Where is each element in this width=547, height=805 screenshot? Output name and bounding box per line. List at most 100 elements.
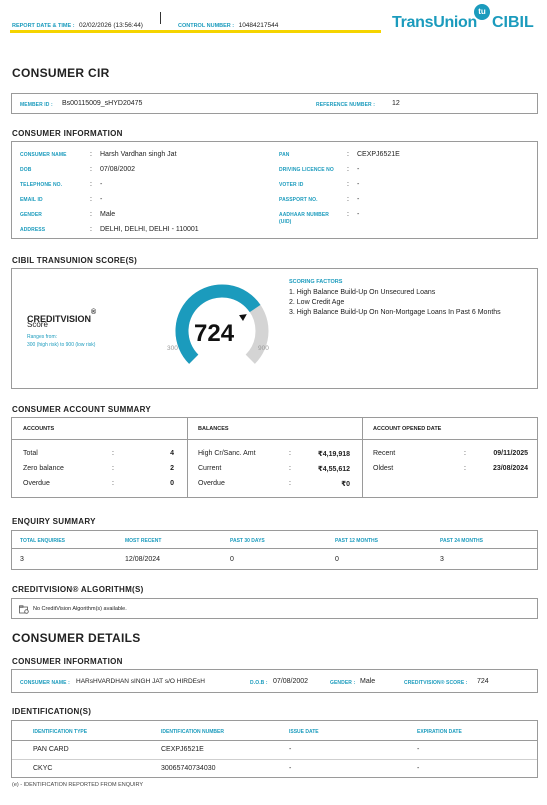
driving-licence-value: - — [357, 166, 360, 173]
accounts-header: ACCOUNTS — [23, 426, 55, 432]
telephone-value: - — [100, 181, 103, 188]
id-header-expiry: EXPIRATION DATE — [417, 729, 462, 735]
opened-oldest-value: 23/08/2024 — [492, 465, 528, 472]
details-name-value: HARsHVARDHAN sINGH JAT s/O HIRDEsH — [76, 678, 205, 685]
enquiry-header-24m: PAST 24 MONTHS — [440, 538, 483, 544]
report-date-value: 02/02/2026 (13:56:44) — [79, 22, 143, 29]
info-label: EMAIL ID — [20, 197, 43, 203]
accounts-total-value: 4 — [170, 450, 174, 457]
header-accent-bar — [10, 30, 381, 33]
consumer-name-value: Harsh Vardhan singh Jat — [100, 151, 177, 158]
colon: : — [464, 465, 466, 472]
score-value: 724 — [194, 320, 235, 347]
colon: : — [289, 480, 291, 487]
header-divider — [160, 12, 161, 24]
info-label: TELEPHONE NO. — [20, 182, 63, 188]
identification-table: IDENTIFICATION TYPE IDENTIFICATION NUMBE… — [11, 720, 538, 778]
enquiry-header-recent: MOST RECENT — [125, 538, 162, 544]
details-dob-value: 07/08/2002 — [273, 678, 309, 685]
info-label: GENDER — [20, 212, 42, 218]
passport-value: - — [357, 196, 360, 203]
info-label: PASSPORT NO. — [279, 197, 318, 203]
colon: : — [347, 196, 349, 203]
enquiry-recent-value: 12/08/2024 — [125, 556, 161, 563]
email-value: - — [100, 196, 103, 203]
enquiry-total-value: 3 — [20, 556, 24, 563]
id-row-1-type: PAN CARD — [33, 746, 69, 753]
transunion-cibil-logo: TransUnion CIBIL tu — [392, 4, 542, 36]
enquiry-24m-value: 3 — [440, 556, 444, 563]
colon: : — [90, 196, 92, 203]
colon: : — [289, 450, 291, 457]
colon: : — [90, 181, 92, 188]
logo-transunion: TransUnion — [392, 14, 478, 31]
enquiry-header-12m: PAST 12 MONTHS — [335, 538, 378, 544]
colon: : — [112, 465, 114, 472]
colon: : — [464, 450, 466, 457]
details-name-label: CONSUMER NAME : — [20, 680, 70, 686]
control-number-label: CONTROL NUMBER : — [178, 23, 235, 29]
details-gender-label: GENDER : — [330, 680, 356, 686]
algorithm-box: No CreditVision Algorithm(s) available. — [11, 598, 538, 619]
enquiry-header-divider — [12, 548, 537, 549]
colon: : — [289, 465, 291, 472]
colon: : — [90, 226, 92, 233]
colon: : — [90, 166, 92, 173]
accounts-zero-label: Zero balance — [23, 465, 64, 472]
reference-label: REFERENCE NUMBER : — [316, 102, 376, 108]
summary-col-divider-2 — [362, 418, 363, 497]
consumer-info-box: CONSUMER NAME : Harsh Vardhan singh Jat … — [11, 141, 538, 239]
details-info-box: CONSUMER NAME : HARsHVARDHAN sINGH JAT s… — [11, 669, 538, 693]
info-label-uid: (UID) — [279, 219, 292, 225]
scoring-factors-title: SCORING FACTORS — [289, 279, 343, 285]
id-row-divider — [12, 759, 537, 760]
balances-current-label: Current — [198, 465, 222, 472]
info-label: CONSUMER NAME — [20, 152, 67, 158]
creditvision-reg: ® — [91, 309, 97, 316]
balances-overdue-value: ₹0 — [341, 481, 350, 488]
opened-recent-value: 09/11/2025 — [493, 450, 528, 457]
balances-header: BALANCES — [198, 426, 229, 432]
identification-title: IDENTIFICATION(S) — [12, 707, 92, 716]
scoring-factor-3: 3. High Balance Build-Up On Non-Mortgage… — [289, 309, 501, 316]
info-label: AADHAAR NUMBER — [279, 212, 330, 218]
balances-high-label: High Cr/Sanc. Amt — [198, 450, 256, 457]
id-row-2-type: CKYC — [33, 765, 53, 772]
details-dob-label: D.O.B : — [250, 680, 268, 686]
id-row-2-issue: - — [289, 765, 292, 772]
enquiry-summary-box: TOTAL ENQUIRIES MOST RECENT PAST 30 DAYS… — [11, 530, 538, 570]
id-row-1-expiry: - — [417, 746, 420, 753]
colon: : — [112, 450, 114, 457]
summary-col-divider-1 — [187, 418, 188, 497]
consumer-details-title: CONSUMER DETAILS — [12, 631, 141, 645]
id-row-2-number: 30065740734030 — [161, 765, 216, 772]
info-label: PAN — [279, 152, 290, 158]
enquiry-12m-value: 0 — [335, 556, 339, 563]
logo-badge-icon: tu — [474, 4, 490, 20]
account-summary-title: CONSUMER ACCOUNT SUMMARY — [12, 405, 152, 414]
range-line-1: Ranges from: — [27, 334, 58, 340]
accounts-overdue-value: 0 — [170, 480, 174, 487]
opened-oldest-label: Oldest — [373, 465, 394, 472]
algorithm-title: CREDITVISION® ALGORITHM(S) — [12, 585, 144, 594]
account-summary-box: ACCOUNTS Total : 4 Zero balance : 2 Over… — [11, 417, 538, 498]
member-id-value: Bs00115009_sHYD20475 — [62, 100, 143, 107]
id-row-2-expiry: - — [417, 765, 420, 772]
details-info-title: CONSUMER INFORMATION — [12, 657, 123, 666]
gender-value: Male — [100, 211, 116, 218]
details-score-value: 724 — [477, 678, 489, 685]
algorithm-message: No CreditVision Algorithm(s) available. — [33, 606, 127, 612]
colon: : — [90, 211, 92, 218]
scoring-factor-1: 1. High Balance Build-Up On Unsecured Lo… — [289, 289, 436, 296]
dob-value: 07/08/2002 — [100, 166, 136, 173]
reference-value: 12 — [392, 100, 400, 107]
summary-header-divider — [12, 439, 537, 440]
colon: : — [347, 181, 349, 188]
logo-cibil: CIBIL — [492, 14, 534, 31]
colon: : — [90, 151, 92, 158]
gauge-min-label: 300 — [167, 345, 178, 352]
accounts-overdue-label: Overdue — [23, 480, 50, 487]
member-id-label: MEMBER ID : — [20, 102, 53, 108]
accounts-total-label: Total — [23, 450, 38, 457]
info-label: DRIVING LICENCE NO — [279, 167, 334, 173]
